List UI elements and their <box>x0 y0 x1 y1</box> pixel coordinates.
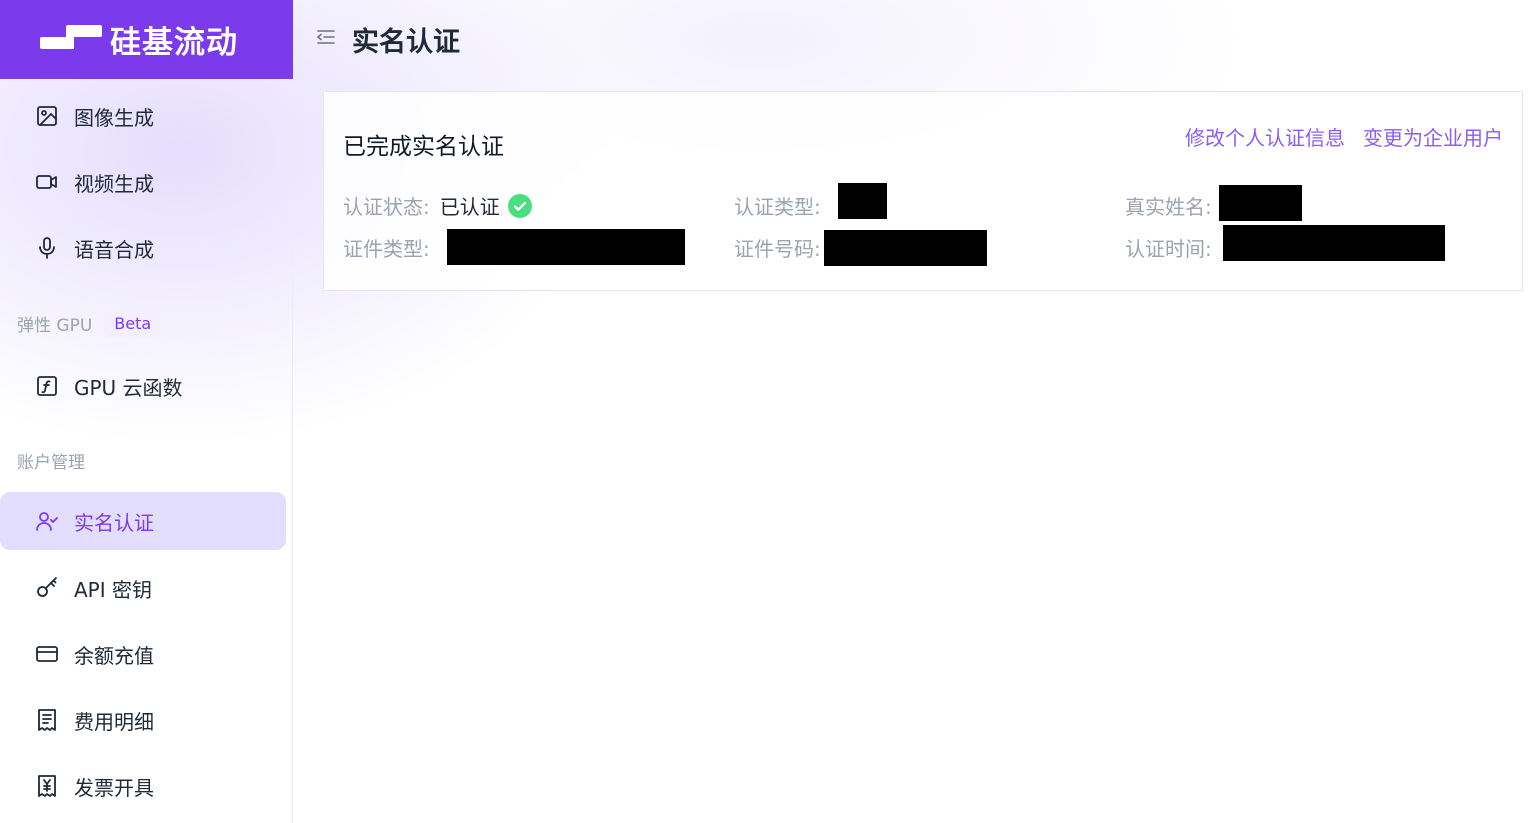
sidebar-item-billing-details[interactable]: 费用明细 <box>0 691 286 749</box>
sidebar-item-label: 余额充值 <box>74 643 154 668</box>
redacted-id-type <box>447 229 685 265</box>
sidebar-item-label: 语音合成 <box>74 237 154 262</box>
field-verification-type: 认证类型: <box>734 191 821 220</box>
field-verification-status: 认证状态: 已认证 <box>343 191 532 220</box>
redacted-id-number <box>824 230 987 266</box>
verification-card: 已完成实名认证 修改个人认证信息 变更为企业用户 认证状态: 已认证 认证类型:… <box>323 91 1523 291</box>
field-label: 认证时间: <box>1125 237 1212 261</box>
brand-logo[interactable]: 硅基流动 <box>0 0 293 79</box>
field-label: 证件类型: <box>343 237 430 261</box>
brand-logo-icon <box>40 25 102 49</box>
sidebar-item-image-generation[interactable]: 图像生成 <box>0 87 286 145</box>
section-label-gpu: 弹性 GPU Beta <box>17 310 162 337</box>
sidebar-item-speech-synthesis[interactable]: 语音合成 <box>0 219 286 277</box>
image-icon <box>35 104 59 128</box>
sidebar-item-video-generation[interactable]: 视频生成 <box>0 153 286 211</box>
sidebar-item-balance-recharge[interactable]: 余额充值 <box>0 625 286 683</box>
redacted-verification-time <box>1223 225 1445 261</box>
sidebar-item-label: 费用明细 <box>74 709 154 734</box>
redacted-real-name <box>1219 185 1302 221</box>
field-label: 认证类型: <box>734 195 821 219</box>
switch-to-enterprise-link[interactable]: 变更为企业用户 <box>1363 122 1503 151</box>
field-label: 真实姓名: <box>1125 195 1212 219</box>
redacted-verification-type <box>838 183 887 219</box>
section-label-text: 账户管理 <box>17 453 85 473</box>
credit-card-icon <box>35 642 59 666</box>
sidebar-item-label: 视频生成 <box>74 171 154 196</box>
page-title: 实名认证 <box>352 27 460 58</box>
sidebar-item-api-keys[interactable]: API 密钥 <box>0 559 286 617</box>
sidebar-item-label: 发票开具 <box>74 775 154 800</box>
edit-verification-link[interactable]: 修改个人认证信息 <box>1185 122 1345 151</box>
sidebar-item-label: 实名认证 <box>74 510 154 535</box>
key-icon <box>35 576 59 600</box>
sidebar-item-label: GPU 云函数 <box>74 375 183 400</box>
field-label: 认证状态: <box>343 195 430 219</box>
sidebar-item-invoice[interactable]: 发票开具 <box>0 757 286 815</box>
sidebar-collapse-icon[interactable] <box>316 28 336 46</box>
sidebar: 硅基流动 图像生成 视频生成 语音合成 弹性 GPU Beta GPU 云函数 … <box>0 0 293 823</box>
section-label-account: 账户管理 <box>17 448 85 473</box>
field-verification-time: 认证时间: <box>1125 233 1212 262</box>
video-icon <box>35 170 59 194</box>
card-links: 修改个人认证信息 变更为企业用户 <box>1185 122 1503 151</box>
beta-badge: Beta <box>104 310 162 337</box>
field-value: 已认证 <box>439 195 500 219</box>
sidebar-item-label: API 密钥 <box>74 577 152 602</box>
sidebar-item-gpu-functions[interactable]: GPU 云函数 <box>0 357 286 415</box>
check-circle-icon <box>507 193 532 218</box>
field-id-type: 证件类型: <box>343 233 430 262</box>
field-id-number: 证件号码: <box>734 233 821 262</box>
field-real-name: 真实姓名: <box>1125 191 1212 220</box>
card-title: 已完成实名认证 <box>343 134 504 160</box>
section-label-text: 弹性 GPU <box>17 316 93 336</box>
function-icon <box>35 374 59 398</box>
receipt-icon <box>35 708 59 732</box>
sidebar-item-label: 图像生成 <box>74 105 154 130</box>
sidebar-item-real-name-verification[interactable]: 实名认证 <box>0 492 286 550</box>
field-label: 证件号码: <box>734 237 821 261</box>
brand-name: 硅基流动 <box>110 25 238 61</box>
user-check-icon <box>35 509 59 533</box>
invoice-icon <box>35 774 59 798</box>
microphone-icon <box>35 236 59 260</box>
